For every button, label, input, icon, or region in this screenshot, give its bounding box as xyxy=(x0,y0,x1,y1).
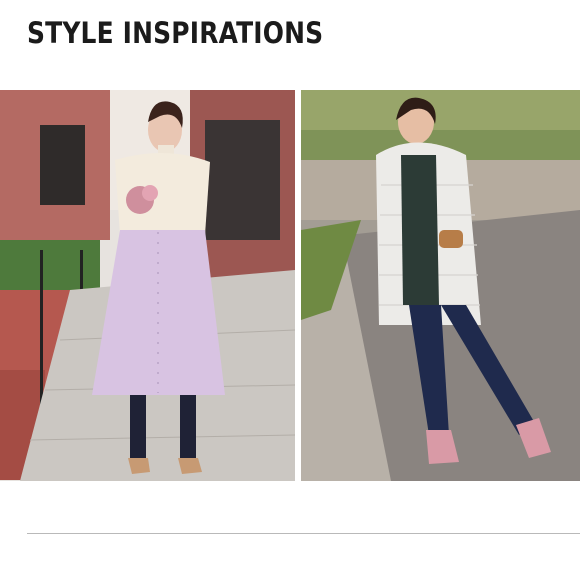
inspiration-photo-1 xyxy=(0,90,295,481)
section-title: STYLE INSPIRATIONS xyxy=(27,16,324,50)
inspiration-photo-2 xyxy=(301,90,580,481)
style-inspiration-card-2[interactable] xyxy=(301,90,580,481)
section-divider xyxy=(27,533,580,534)
style-inspiration-card-1[interactable] xyxy=(0,90,295,481)
